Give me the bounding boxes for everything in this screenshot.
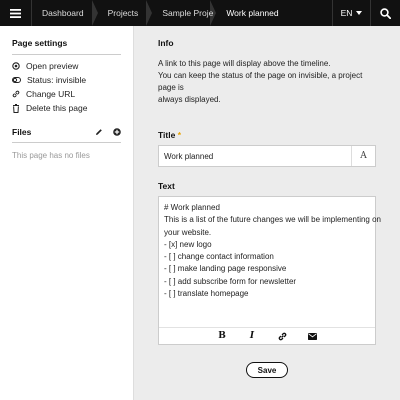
text-line: - [ ] add subscribe form for newsletter xyxy=(164,276,297,286)
page-settings-list: Open preview Status: invisible Change UR… xyxy=(12,55,121,115)
text-line: # Work planned xyxy=(164,203,220,212)
files-actions xyxy=(95,128,121,136)
title-font-button[interactable]: A xyxy=(351,146,375,166)
status-toggle[interactable]: Status: invisible xyxy=(12,73,121,87)
text-textarea[interactable]: # Work planned This is a list of the fut… xyxy=(159,197,381,327)
text-line: - [ ] change contact information xyxy=(164,252,274,262)
info-line: You can keep the status of the page on i… xyxy=(158,71,363,92)
trash-icon xyxy=(13,103,19,113)
insert-email-button[interactable] xyxy=(297,332,327,340)
required-mark: * xyxy=(177,130,182,140)
text-label: Text xyxy=(158,181,175,191)
text-line: - [ ] make landing page responsive xyxy=(164,264,287,274)
link-icon xyxy=(12,90,20,98)
page-settings-title: Page settings xyxy=(12,38,121,55)
plus-circle-icon[interactable] xyxy=(113,128,121,136)
info-line: A link to this page will display above t… xyxy=(158,59,331,68)
title-field: A xyxy=(158,145,376,167)
title-label: Title * xyxy=(158,130,376,140)
open-preview-link[interactable]: Open preview xyxy=(12,59,121,73)
insert-link-button[interactable] xyxy=(267,332,297,341)
files-header: Files xyxy=(12,127,121,143)
info-text: A link to this page will display above t… xyxy=(158,58,376,106)
text-line: This is a list of the future changes we … xyxy=(164,215,381,225)
info-line: always displayed. xyxy=(158,95,221,104)
sidebar: Page settings Open preview Status: invis… xyxy=(0,26,134,400)
top-bar: Dashboard Projects Sample Proje Work pla… xyxy=(0,0,400,26)
search-button[interactable] xyxy=(370,0,400,26)
title-label-text: Title xyxy=(158,130,176,140)
bold-button[interactable]: B xyxy=(207,331,237,341)
no-files-message: This page has no files xyxy=(12,151,90,160)
preview-icon xyxy=(12,62,20,70)
hamburger-icon xyxy=(10,8,21,18)
status-label: Status: invisible xyxy=(27,75,87,85)
delete-page-link[interactable]: Delete this page xyxy=(12,101,121,115)
info-label: Info xyxy=(158,38,174,48)
save-button[interactable]: Save xyxy=(246,362,288,378)
language-selector[interactable]: EN xyxy=(332,0,370,26)
files-title: Files xyxy=(12,127,32,137)
text-toolbar: B I xyxy=(159,327,375,344)
menu-button[interactable] xyxy=(0,0,32,26)
caret-down-icon xyxy=(356,11,363,15)
breadcrumb: Dashboard Projects Sample Proje Work pla… xyxy=(32,0,332,26)
save-wrap: Save xyxy=(158,362,376,378)
text-line: - [ ] translate homepage xyxy=(164,289,249,299)
link-icon xyxy=(278,332,286,340)
open-preview-label: Open preview xyxy=(26,61,79,71)
language-label: EN xyxy=(340,8,353,18)
main-content: Info A link to this page will display ab… xyxy=(134,26,400,400)
italic-button[interactable]: I xyxy=(237,331,267,341)
envelope-icon xyxy=(307,332,317,340)
toggle-icon xyxy=(12,77,21,83)
search-icon xyxy=(380,7,391,19)
text-editor: # Work planned This is a list of the fut… xyxy=(158,196,381,345)
breadcrumb-projects[interactable]: Projects xyxy=(98,0,153,26)
breadcrumb-dashboard[interactable]: Dashboard xyxy=(32,0,98,26)
text-line: your website. xyxy=(164,227,212,237)
breadcrumb-work-planned[interactable]: Work planned xyxy=(216,0,292,26)
title-input[interactable] xyxy=(159,146,351,166)
pencil-icon[interactable] xyxy=(95,128,103,136)
delete-page-label: Delete this page xyxy=(26,103,88,113)
change-url-label: Change URL xyxy=(26,89,76,99)
text-line: - [x] new logo xyxy=(164,239,212,249)
change-url-link[interactable]: Change URL xyxy=(12,87,121,101)
breadcrumb-sample-project[interactable]: Sample Proje xyxy=(152,0,217,26)
page-settings-section: Page settings Open preview Status: invis… xyxy=(0,26,133,160)
